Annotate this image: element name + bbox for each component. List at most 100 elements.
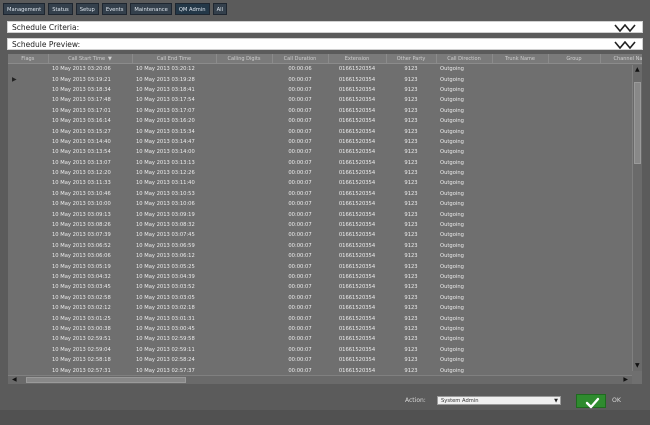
table-cell: 9123 — [404, 97, 418, 104]
schedule-criteria-panel[interactable]: Schedule Criteria: — [7, 21, 643, 33]
table-row[interactable]: 10 May 2013 03:09:13 10 May 2013 03:09:19… — [8, 209, 642, 219]
column-header[interactable]: Call Direction — [436, 54, 493, 64]
column-header-label: Channel Na — [613, 55, 642, 62]
table-row[interactable]: 10 May 2013 03:08:26 10 May 2013 03:08:32… — [8, 220, 642, 230]
table-cell: 10 May 2013 03:04:39 — [136, 274, 195, 280]
table-cell: 10 May 2013 03:07:39 — [52, 232, 111, 239]
table-row[interactable]: 10 May 2013 03:15:27 10 May 2013 03:15:34… — [8, 126, 642, 136]
table-row[interactable]: 10 May 2013 03:20:06 10 May 2013 03:20:12… — [8, 64, 642, 75]
table-row[interactable]: 10 May 2013 02:59:04 10 May 2013 02:59:11… — [8, 345, 642, 355]
column-header[interactable]: Trunk Name — [492, 54, 549, 64]
table-cell — [8, 168, 48, 178]
table-cell — [8, 334, 48, 344]
table-cell: 00:00:07 — [288, 242, 312, 249]
table-cell: 10 May 2013 03:20:12 — [136, 66, 195, 73]
column-header[interactable]: Other Party — [386, 54, 437, 64]
action-select[interactable]: System Admin ▼ — [437, 396, 561, 405]
table-cell — [548, 261, 600, 271]
table-cell: Outgoing — [440, 346, 464, 353]
tab-all[interactable]: All — [212, 3, 228, 15]
table-cell: Outgoing — [440, 170, 464, 177]
table-row[interactable]: 10 May 2013 03:06:06 10 May 2013 03:06:12… — [8, 251, 642, 261]
table-row[interactable]: 10 May 2013 03:12:20 10 May 2013 03:12:26… — [8, 168, 642, 178]
table-row[interactable]: 10 May 2013 03:02:12 10 May 2013 03:02:18… — [8, 303, 642, 313]
table-row[interactable]: 10 May 2013 03:17:48 10 May 2013 03:17:54… — [8, 95, 642, 105]
table-row[interactable]: 10 May 2013 03:10:00 10 May 2013 03:10:06… — [8, 199, 642, 209]
table-row[interactable]: 10 May 2013 03:13:54 10 May 2013 03:14:00… — [8, 147, 642, 157]
table-row[interactable]: 10 May 2013 03:01:25 10 May 2013 03:01:31… — [8, 313, 642, 323]
table-cell: Outgoing — [440, 211, 464, 218]
table-row[interactable]: 10 May 2013 03:05:19 10 May 2013 03:05:25… — [8, 261, 642, 271]
table-row[interactable]: 10 May 2013 02:58:18 10 May 2013 02:58:24… — [8, 355, 642, 365]
table-cell — [216, 189, 272, 199]
table-cell: 01661520354 — [338, 211, 376, 218]
table-cell — [548, 220, 600, 230]
table-cell: 10 May 2013 03:20:06 — [52, 66, 111, 73]
table-header-row: Flags Call Start Time ▼ Call End Time Callin… — [8, 54, 642, 64]
table-cell — [8, 95, 48, 105]
table-row[interactable]: 10 May 2013 03:06:52 10 May 2013 03:06:59… — [8, 241, 642, 251]
table-cell: 10 May 2013 03:15:34 — [136, 128, 195, 135]
schedule-preview-panel[interactable]: Schedule Preview: — [7, 38, 643, 50]
table-row[interactable]: 10 May 2013 03:04:32 10 May 2013 03:04:39… — [8, 272, 642, 282]
table-cell — [548, 334, 600, 344]
dropdown-arrow-icon[interactable]: ▼ — [554, 397, 558, 405]
vertical-scrollbar[interactable]: ▲ ▼ — [632, 65, 642, 371]
double-chevron-down-icon[interactable] — [614, 41, 636, 49]
horizontal-scrollbar[interactable]: ◀ ▶ — [8, 375, 632, 384]
table-cell — [548, 158, 600, 168]
table-cell: 9123 — [404, 315, 418, 322]
column-header[interactable]: Extension — [328, 54, 387, 64]
column-header[interactable]: Call Start Time ▼ — [48, 54, 133, 64]
table-cell: 9123 — [404, 180, 418, 187]
column-header[interactable]: Flags — [8, 54, 49, 64]
table-cell — [548, 168, 600, 178]
table-cell — [492, 168, 548, 178]
horizontal-scroll-thumb[interactable] — [26, 377, 186, 383]
table-row[interactable]: 10 May 2013 03:16:14 10 May 2013 03:16:20… — [8, 116, 642, 126]
table-row[interactable]: 10 May 2013 03:18:34 10 May 2013 03:18:41… — [8, 85, 642, 95]
table-row[interactable]: 10 May 2013 02:59:51 10 May 2013 02:59:58… — [8, 334, 642, 344]
table-cell: 10 May 2013 03:13:13 — [136, 159, 195, 166]
tab-maintenance[interactable]: Maintenance — [130, 3, 172, 15]
column-header[interactable]: Call Duration — [272, 54, 329, 64]
table-cell: Outgoing — [440, 76, 464, 83]
scroll-right-icon[interactable]: ▶ — [623, 377, 628, 383]
table-cell: 10 May 2013 03:10:06 — [136, 201, 195, 208]
table-row[interactable]: 10 May 2013 03:03:45 10 May 2013 03:03:52… — [8, 282, 642, 292]
table-cell: Outgoing — [440, 222, 464, 229]
table-cell: 00:00:07 — [288, 170, 312, 177]
tab-events[interactable]: Events — [101, 3, 128, 15]
tab-qm-admin[interactable]: QM Admin — [174, 3, 210, 15]
tab-setup[interactable]: Setup — [75, 3, 99, 15]
column-header[interactable]: Group — [548, 54, 601, 64]
table-row[interactable]: 10 May 2013 03:14:40 10 May 2013 03:14:47… — [8, 137, 642, 147]
table-row[interactable]: 10 May 2013 03:13:07 10 May 2013 03:13:13… — [8, 158, 642, 168]
double-chevron-down-icon[interactable] — [614, 24, 636, 32]
table-row[interactable]: 10 May 2013 03:02:58 10 May 2013 03:03:05… — [8, 293, 642, 303]
tab-management[interactable]: Management — [3, 3, 46, 15]
table-cell: 00:00:07 — [288, 128, 312, 135]
ok-button[interactable] — [576, 394, 606, 409]
table-cell — [492, 355, 548, 365]
table-row[interactable]: 10 May 2013 03:00:38 10 May 2013 03:00:45… — [8, 324, 642, 334]
table-cell: 9123 — [404, 201, 418, 208]
table-cell: 9123 — [404, 294, 418, 301]
column-header[interactable]: Calling Digits — [216, 54, 273, 64]
column-header[interactable]: Call End Time — [132, 54, 217, 64]
table-row[interactable]: ▶ 10 May 2013 03:19:21 10 May 2013 03:19:2… — [8, 74, 642, 84]
table-cell: 10 May 2013 03:08:32 — [136, 222, 195, 229]
table-row[interactable]: 10 May 2013 03:11:33 10 May 2013 03:11:40… — [8, 178, 642, 188]
table-row[interactable]: 10 May 2013 03:07:39 10 May 2013 03:07:45… — [8, 230, 642, 240]
table-cell — [548, 126, 600, 136]
tab-status[interactable]: Status — [48, 3, 73, 15]
column-header[interactable]: Channel Na — [600, 54, 642, 64]
table-row[interactable]: 10 May 2013 03:10:46 10 May 2013 03:10:53… — [8, 189, 642, 199]
scroll-up-icon[interactable]: ▲ — [635, 67, 640, 73]
vertical-scroll-thumb[interactable] — [634, 82, 641, 164]
table-cell: 10 May 2013 03:16:14 — [52, 118, 111, 125]
table-cell: 01661520354 — [338, 86, 376, 93]
table-row[interactable]: 10 May 2013 03:17:01 10 May 2013 03:17:07… — [8, 106, 642, 116]
scroll-left-icon[interactable]: ◀ — [12, 377, 17, 383]
scroll-down-icon[interactable]: ▼ — [635, 363, 640, 369]
